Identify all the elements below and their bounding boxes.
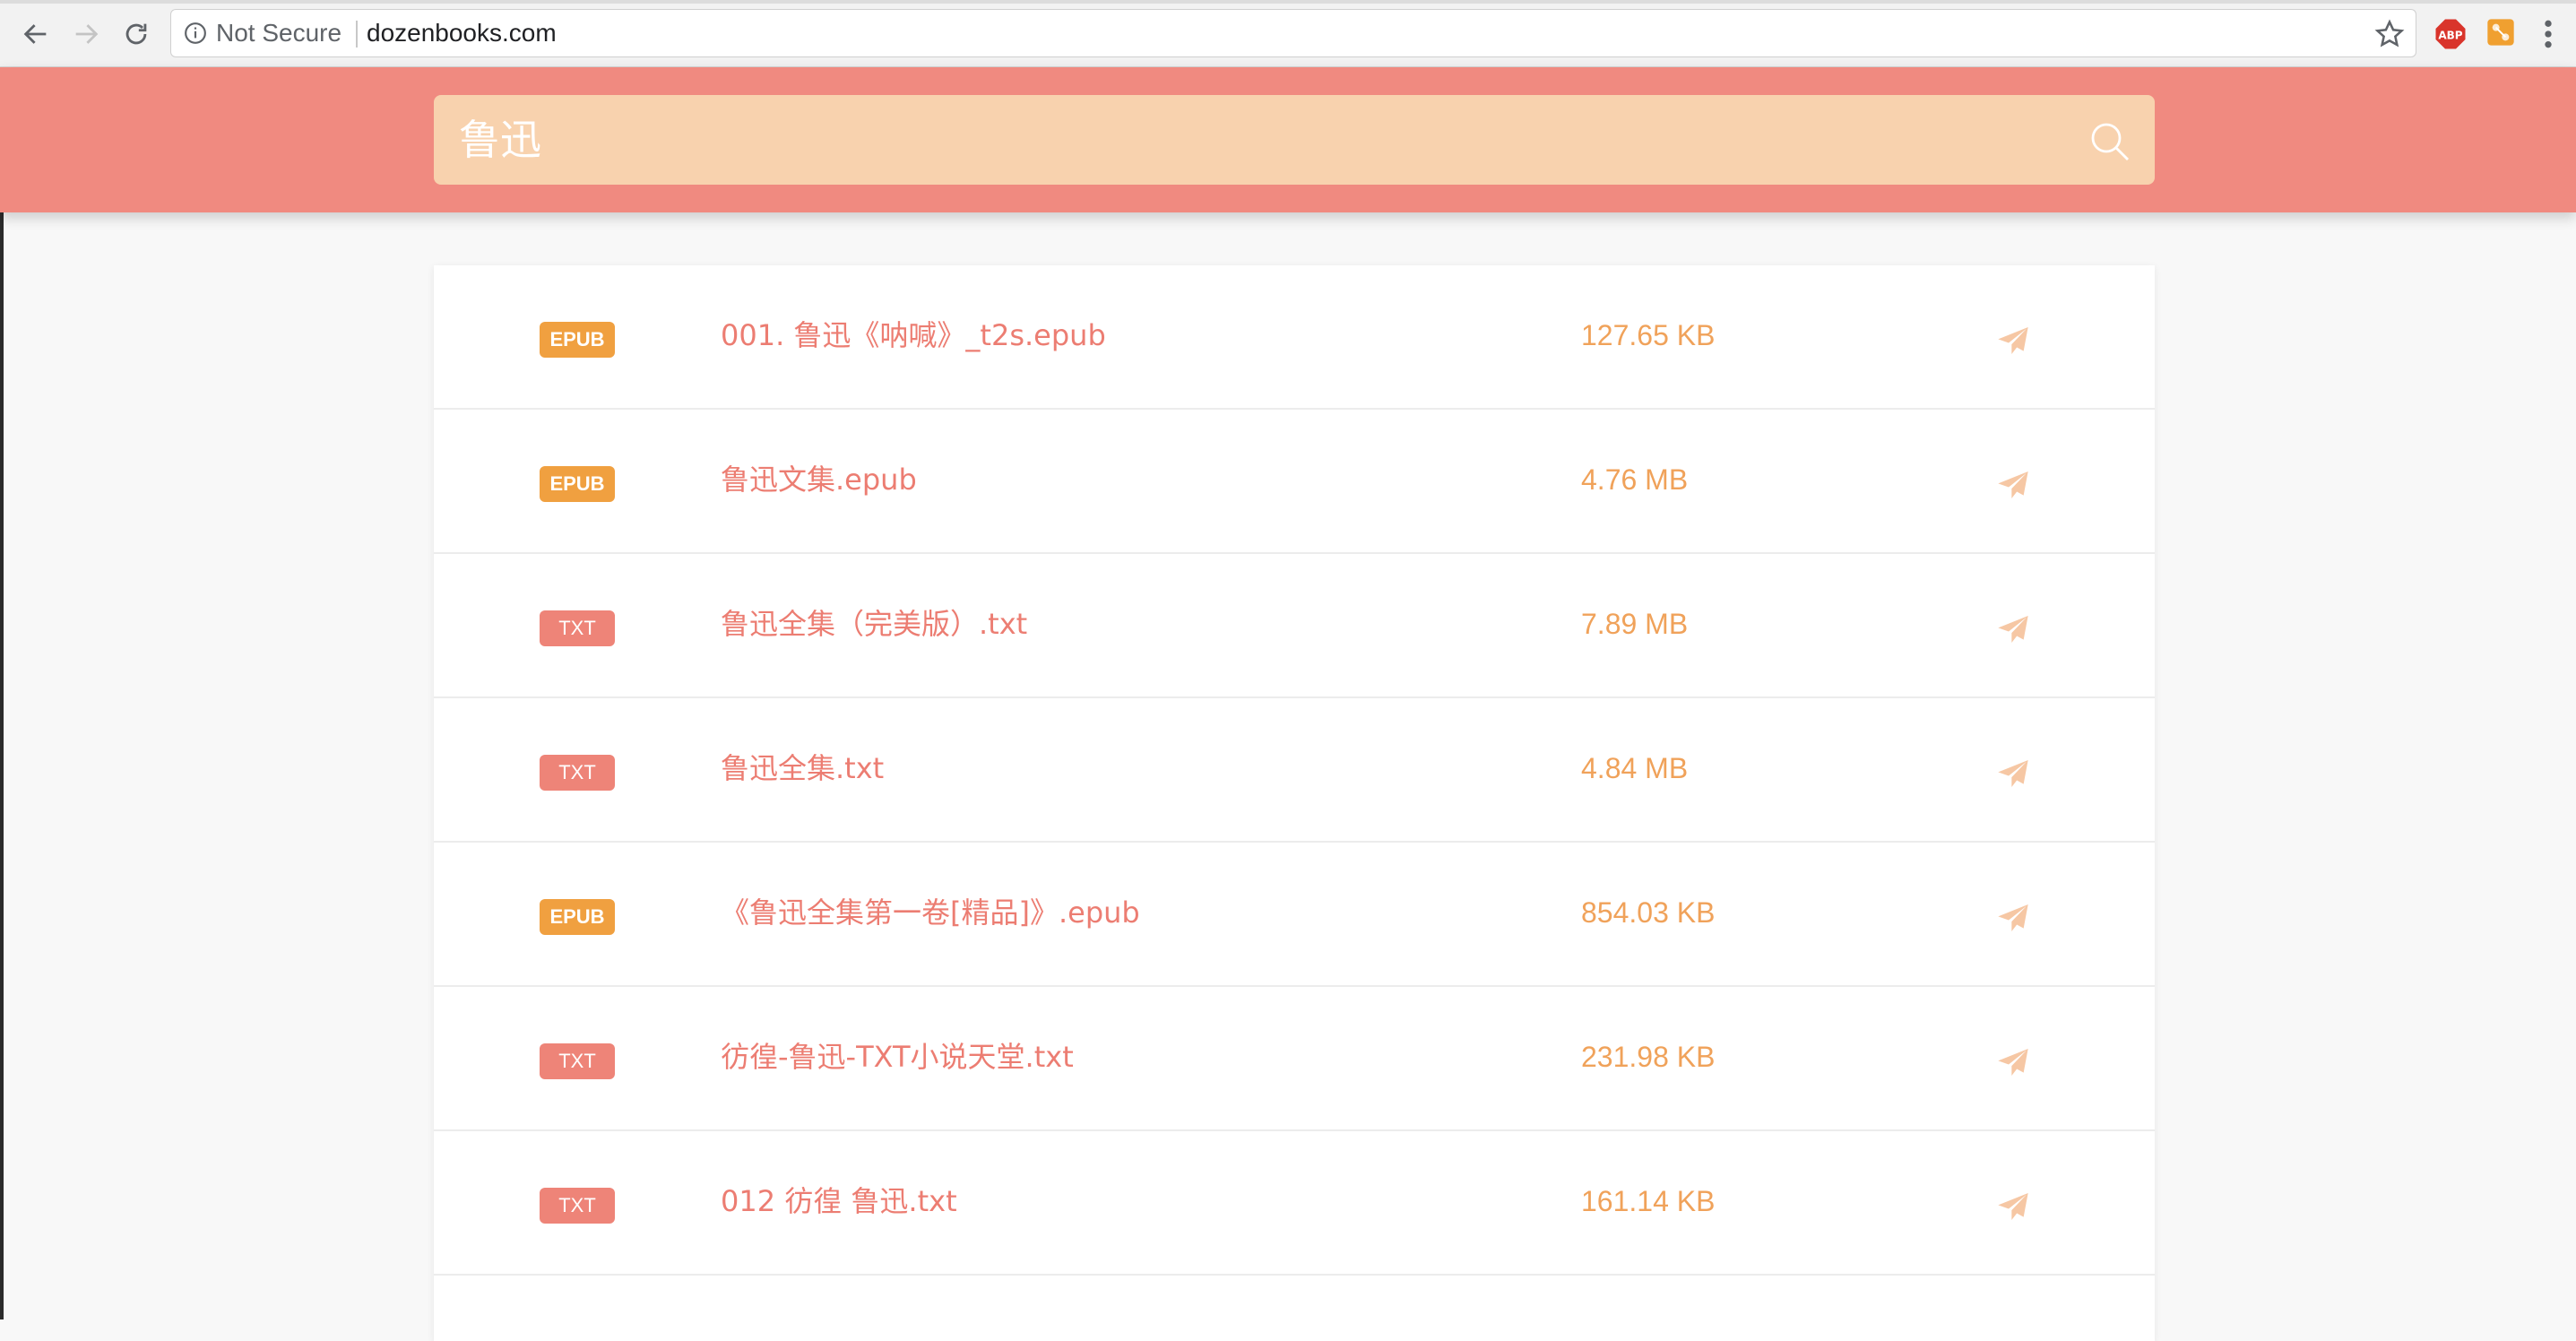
file-size: 161.14 KB	[1581, 1185, 1716, 1217]
list-item[interactable]: EPUB 001. 鲁迅《呐喊》_t2s.epub 127.65 KB	[434, 265, 2155, 410]
file-size: 7.89 MB	[1581, 608, 1689, 640]
list-item[interactable]: TXT 012 彷徨 鲁迅.txt 161.14 KB	[434, 1131, 2155, 1276]
file-size: 4.76 MB	[1581, 463, 1689, 496]
format-badge: TXT	[540, 755, 615, 791]
file-name-link[interactable]: 012 彷徨 鲁迅.txt	[721, 1183, 957, 1219]
file-name-link[interactable]: 鲁迅全集（完美版）.txt	[721, 606, 1027, 642]
send-icon[interactable]	[1995, 900, 2031, 936]
browser-menu-icon[interactable]	[2537, 16, 2560, 52]
search-icon[interactable]	[2088, 120, 2131, 163]
file-name-link[interactable]: 鲁迅全集.txt	[721, 750, 884, 786]
bookmark-star-icon[interactable]	[2374, 19, 2405, 49]
url-text[interactable]: dozenbooks.com	[367, 20, 557, 47]
list-item[interactable]: TXT 鲁迅全集.txt 4.84 MB	[434, 698, 2155, 843]
list-item[interactable]: TXT 彷徨-鲁迅-TXT小说天堂.txt 231.98 KB	[434, 987, 2155, 1131]
file-size: 231.98 KB	[1581, 1041, 1716, 1073]
file-name-link[interactable]: 鲁迅文集.epub	[721, 462, 917, 497]
send-icon[interactable]	[1995, 323, 2031, 359]
list-item[interactable]: EPUB 鲁迅文集.epub 4.76 MB	[434, 410, 2155, 554]
back-arrow-icon	[23, 24, 47, 44]
send-icon[interactable]	[1995, 467, 2031, 503]
format-badge: EPUB	[540, 899, 615, 935]
omnibox-divider	[356, 21, 358, 48]
format-badge: EPUB	[540, 466, 615, 502]
file-name-link[interactable]: 001. 鲁迅《呐喊》_t2s.epub	[721, 317, 1106, 353]
send-icon[interactable]	[1995, 611, 2031, 647]
list-item[interactable]: EPUB 《鲁迅全集第一卷[精品]》.epub 854.03 KB	[434, 843, 2155, 987]
info-icon[interactable]	[184, 22, 207, 45]
svg-text:ABP: ABP	[2438, 29, 2462, 41]
format-badge: TXT	[540, 1188, 615, 1224]
format-badge: TXT	[540, 1043, 615, 1079]
file-size: 854.03 KB	[1581, 896, 1716, 929]
tab-strip-edge	[0, 0, 2576, 4]
browser-toolbar: Not Secure dozenbooks.com ABP	[0, 0, 2576, 67]
extension-icon[interactable]	[2486, 18, 2515, 47]
window-edge	[0, 67, 4, 1319]
file-name-link[interactable]: 《鲁迅全集第一卷[精品]》.epub	[721, 895, 1140, 930]
file-size: 4.84 MB	[1581, 752, 1689, 784]
address-bar[interactable]: Not Secure dozenbooks.com	[170, 9, 2416, 57]
file-size: 127.65 KB	[1581, 319, 1716, 351]
results-list: EPUB 001. 鲁迅《呐喊》_t2s.epub 127.65 KB EPUB 鲁迅文…	[434, 265, 2155, 1341]
adblock-extension-icon[interactable]: ABP	[2434, 18, 2467, 50]
forward-arrow-icon	[75, 24, 99, 44]
search-bar[interactable]	[434, 95, 2155, 185]
format-badge: EPUB	[540, 322, 615, 358]
list-item[interactable]: TXT 鲁迅全集（完美版）.txt 7.89 MB	[434, 554, 2155, 698]
forward-button[interactable]	[65, 13, 108, 56]
file-name-link[interactable]: 彷徨-鲁迅-TXT小说天堂.txt	[721, 1039, 1074, 1075]
search-input[interactable]	[459, 117, 2054, 163]
reload-icon	[125, 23, 147, 45]
reload-button[interactable]	[115, 13, 158, 56]
send-icon[interactable]	[1995, 1189, 2031, 1224]
send-icon[interactable]	[1995, 1044, 2031, 1080]
back-button[interactable]	[14, 13, 57, 56]
send-icon[interactable]	[1995, 756, 2031, 792]
list-item-partial	[434, 1276, 2155, 1329]
format-badge: TXT	[540, 610, 615, 646]
security-label: Not Secure	[216, 19, 342, 47]
